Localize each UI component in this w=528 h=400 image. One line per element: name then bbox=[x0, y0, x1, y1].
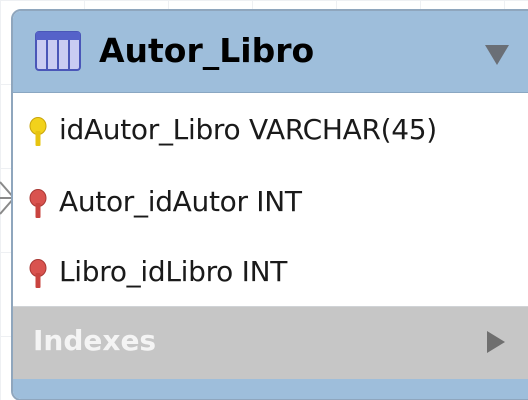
table-name: Autor_Libro bbox=[99, 31, 315, 70]
table-footer bbox=[13, 379, 528, 399]
foreign-key-icon bbox=[29, 189, 47, 218]
column-definition: Autor_idAutor INT bbox=[59, 185, 302, 218]
column-row[interactable]: Libro_idLibro INT bbox=[13, 247, 528, 297]
foreign-key-icon bbox=[29, 259, 47, 288]
column-definition: Libro_idLibro INT bbox=[59, 255, 288, 288]
table-header[interactable]: Autor_Libro bbox=[13, 11, 528, 93]
column-row[interactable]: idAutor_Libro VARCHAR(45) bbox=[13, 105, 528, 155]
column-row[interactable]: Autor_idAutor INT bbox=[13, 177, 528, 227]
primary-key-icon bbox=[29, 117, 47, 146]
triangle-right-icon[interactable] bbox=[485, 329, 507, 355]
table-icon bbox=[35, 31, 81, 71]
column-definition: idAutor_Libro VARCHAR(45) bbox=[59, 113, 437, 146]
column-list: idAutor_Libro VARCHAR(45) Autor_idAutor … bbox=[13, 93, 528, 307]
triangle-down-icon[interactable] bbox=[483, 43, 511, 67]
diagram-canvas: Autor_Libro idAutor_Libro VARCHAR(45) Au… bbox=[0, 0, 528, 400]
indexes-label: Indexes bbox=[33, 324, 157, 357]
indexes-section[interactable]: Indexes bbox=[13, 307, 528, 379]
entity-table[interactable]: Autor_Libro idAutor_Libro VARCHAR(45) Au… bbox=[11, 9, 528, 400]
